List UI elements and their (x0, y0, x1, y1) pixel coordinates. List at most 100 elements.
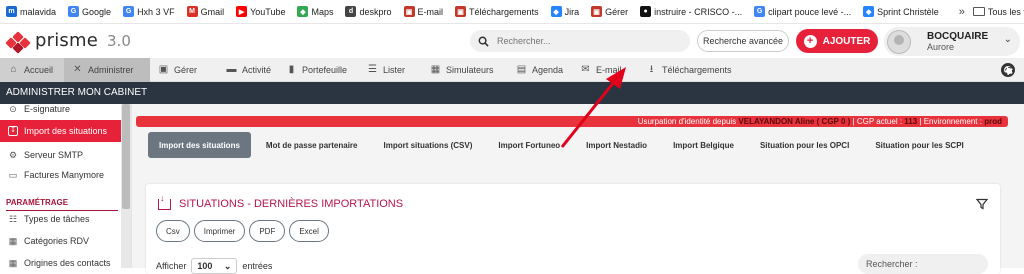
nav-item[interactable]: ⭳ Téléchargements (638, 58, 748, 82)
sidebar-item[interactable]: ↧ Import des situations (0, 120, 122, 142)
nav-item[interactable]: ☰ Lister (359, 58, 422, 82)
nav-item-icon: ▤ (516, 64, 527, 75)
app-logo[interactable]: prisme 3.0 (5, 30, 131, 54)
sidebar-item-label: Import des situations (24, 126, 108, 136)
export-csv-button[interactable]: Csv (156, 220, 190, 242)
sidebar-item[interactable]: ⚙ Serveur SMTP (0, 144, 122, 166)
all-bookmarks-label: Tous les favoris (987, 6, 1024, 17)
bookmark-link[interactable]: ▣ Gérer (591, 6, 628, 17)
bookmark-label: Gmail (200, 6, 225, 17)
sidebar-item[interactable]: ▦ Origines des contacts (0, 252, 122, 274)
sidebar-item-icon: ⚙ (8, 150, 18, 160)
tab[interactable]: Mot de passe partenaire (255, 132, 369, 158)
bookmark-link[interactable]: ▣ E-mail (403, 6, 444, 17)
bookmark-link[interactable]: ▣ Téléchargements (455, 6, 539, 17)
bookmark-link[interactable]: Gclipart pouce levé -... (754, 6, 851, 17)
user-menu[interactable]: BOCQUAIRE Aurore ⌄ (884, 27, 1020, 56)
scrollbar-thumb[interactable] (122, 104, 130, 209)
bookmarks-more-chevron-icon[interactable]: » (959, 6, 965, 18)
print-button[interactable]: Imprimer (193, 220, 246, 242)
nav-item-icon: ▣ (158, 64, 169, 75)
nav-item[interactable]: ▮ Portefeuille (278, 58, 359, 82)
app-version: 3.0 (107, 31, 131, 50)
help-lifebuoy-icon[interactable] (1001, 63, 1015, 77)
sidebar-item[interactable]: ⊙ E-signature (0, 98, 122, 120)
bookmark-favicon-icon: M (186, 6, 198, 17)
card-title: SITUATIONS - DERNIÈRES IMPORTATIONS (158, 193, 403, 210)
sidebar: ⊙ E-signature ↧ Import des situations ⚙ Serve… (0, 104, 132, 268)
tab[interactable]: Import Belgique (662, 132, 745, 158)
nav-item-icon: ✕ (73, 64, 82, 75)
main-nav: ⌂ Accueil ✕ Administrer ▣ Gérer ▬ Activité ▮ Port… (0, 58, 1024, 82)
main-content: Usurpation d'identité depuis VELAYANDON … (132, 104, 1024, 274)
sidebar-item-icon: ☷ (8, 214, 18, 224)
nav-item[interactable]: ▦ Simulateurs (422, 58, 508, 82)
sidebar-item-label: Catégories RDV (24, 236, 90, 246)
page-size-value: 100 (197, 261, 213, 271)
sidebar-scrollbar[interactable] (121, 104, 131, 268)
alert-cgp-label: | CGP actuel : (852, 117, 903, 126)
nav-item-icon: ▬ (226, 64, 237, 75)
bookmark-link[interactable]: ◆ Maps (297, 6, 333, 17)
add-button[interactable]: + AJOUTER (796, 29, 878, 53)
bookmark-link[interactable]: M Gmail (186, 6, 225, 17)
chevron-down-icon: ⌄ (223, 260, 232, 271)
folder-icon (972, 7, 985, 16)
nav-item[interactable]: ⌂ Accueil (0, 58, 64, 82)
sidebar-item-icon: ⊙ (9, 104, 17, 114)
tab[interactable]: Situation pour les OPCI (749, 132, 860, 158)
bookmark-favicon-icon: G (123, 6, 135, 17)
advanced-search-button[interactable]: Recherche avancée (697, 30, 789, 52)
nav-item-label: Lister (383, 65, 406, 75)
bookmark-link[interactable]: G Hxh 3 VF (123, 6, 175, 17)
sidebar-item-icon: ▭ (8, 170, 18, 180)
bookmark-link[interactable]: G Google (68, 6, 111, 17)
sidebar-item[interactable]: ▦ Catégories RDV (0, 230, 122, 252)
bookmark-link[interactable]: d deskpro (345, 6, 392, 17)
bookmark-label: Gérer (605, 6, 629, 17)
bookmark-label: Maps (311, 6, 334, 17)
bookmark-label: clipart pouce levé -... (768, 6, 852, 17)
tab[interactable]: Import des situations (148, 132, 251, 158)
search-input[interactable] (497, 36, 667, 46)
export-excel-button[interactable]: Excel (289, 220, 329, 242)
bookmark-link[interactable]: ▶ YouTube (236, 6, 285, 17)
bookmark-link[interactable]: ◆ Sprint Christèle (863, 6, 939, 17)
sidebar-item[interactable]: ☷ Types de tâches (0, 208, 122, 230)
tab[interactable]: Import Nestadio (575, 132, 658, 158)
tab[interactable]: Import situations (CSV) (373, 132, 484, 158)
nav-item[interactable]: ✉ E-mail (572, 58, 638, 82)
page-size-select[interactable]: 100 ⌄ (191, 258, 238, 274)
nav-item[interactable]: ▣ Gérer (150, 58, 218, 82)
nav-item-label: E-mail (596, 65, 622, 75)
alert-cgp-value: 113 (904, 117, 918, 126)
bookmark-label: malavida (20, 6, 57, 17)
search-icon (478, 36, 489, 47)
alert-env-value: prod (984, 117, 1002, 126)
nav-item[interactable]: ✕ Administrer (64, 58, 150, 82)
bookmark-label: deskpro (359, 6, 392, 17)
filter-icon[interactable] (976, 198, 988, 210)
bookmark-link[interactable]: ● instruire - CRISCO -... (640, 6, 742, 17)
nav-item[interactable]: ▤ Agenda (508, 58, 572, 82)
bookmark-label: E-mail (417, 6, 444, 17)
bookmark-link[interactable]: ◆ Jira (550, 6, 579, 17)
sidebar-item[interactable]: ▭ Factures Manymore (0, 164, 122, 186)
bookmark-label: Sprint Christèle (877, 6, 939, 17)
bookmark-link[interactable]: m malavida (6, 6, 56, 17)
export-pdf-button[interactable]: PDF (249, 220, 286, 242)
sidebar-item-icon: ▦ (8, 258, 18, 268)
user-first-name: Aurore (927, 41, 955, 52)
nav-item-label: Téléchargements (662, 65, 732, 75)
nav-item[interactable]: ▬ Activité (218, 58, 278, 82)
bookmarks-bar: m malavida G Google G Hxh 3 VF M Gmail ▶ YouTube ◆… (0, 0, 1024, 24)
sidebar-item-label: E-signature (24, 104, 71, 114)
all-bookmarks-link[interactable]: Tous les favoris (972, 6, 1024, 17)
tab[interactable]: Import Fortuneo (487, 132, 571, 158)
prisme-logo-icon (5, 30, 31, 54)
tab[interactable]: Situation pour les SCPI (864, 132, 974, 158)
table-search-input[interactable]: Rechercher : (858, 254, 988, 274)
user-name-block: BOCQUAIRE Aurore (927, 31, 988, 53)
nav-item-label: Gérer (174, 65, 198, 75)
alert-env-label: | Environnement : (919, 117, 982, 126)
